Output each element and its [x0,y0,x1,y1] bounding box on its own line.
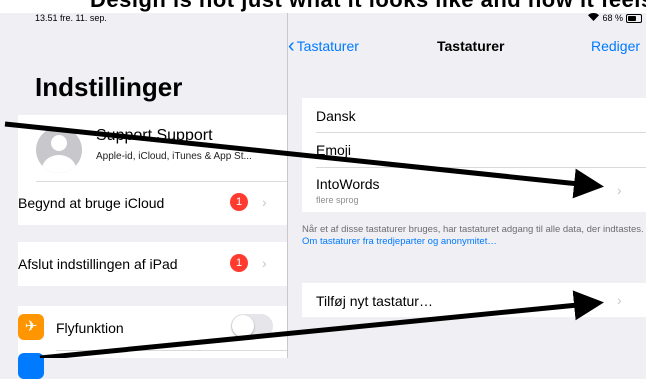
finish-setup-badge: 1 [230,254,248,272]
keyboard-sublabel: flere sprog [316,195,359,205]
chevron-right-icon: › [262,194,267,210]
icloud-group: Begynd at bruge iCloud 1 › [18,181,287,225]
wifi-icon [588,13,600,23]
battery-icon [626,13,642,23]
finish-setup-label: Afslut indstillingen af iPad [18,256,178,272]
profile-name: Support Support [96,127,213,144]
footnote-text: Når et af disse tastaturer bruges, har t… [302,224,644,235]
finish-setup-row[interactable]: Afslut indstillingen af iPad 1 › [18,242,287,286]
profile-subtitle: Apple-id, iCloud, iTunes & App St... [96,151,252,162]
icloud-row-label: Begynd at bruge iCloud [18,195,165,211]
toggle-knob [232,315,254,337]
wifi-icon [18,353,44,379]
keyboard-row-emoji[interactable]: Emoji [302,133,646,167]
battery-level [628,15,637,21]
avatar [36,127,82,173]
icloud-badge: 1 [230,193,248,211]
connectivity-group: ✈ Flyfunktion [18,306,287,379]
edit-button[interactable]: Rediger [591,38,640,54]
keyboard-label: IntoWords [316,176,380,192]
keyboard-label: Emoji [316,142,352,158]
add-keyboard-group: Tilføj nyt tastatur… › [302,283,646,317]
status-right: 68 % [588,13,642,23]
settings-title: Indstillinger [35,72,183,102]
privacy-link[interactable]: Om tastaturer fra tredjeparter og anonym… [302,236,497,247]
finish-setup-group: Afslut indstillingen af iPad 1 › [18,242,287,286]
add-keyboard-label: Tilføj nyt tastatur… [316,293,433,309]
settings-sidebar: Indstillinger Support Support Apple-id, … [0,0,288,379]
airplane-toggle[interactable] [231,314,273,338]
profile-row[interactable]: Support Support Apple-id, iCloud, iTunes… [18,115,287,181]
keyboard-privacy-note: Når et af disse tastaturer bruges, har t… [302,224,646,248]
keyboard-list: Dansk Emoji IntoWords flere sprog › [302,98,646,212]
chevron-left-icon: ‹ [288,35,295,57]
status-time: 13.51 fre. 11. sep. [35,13,107,23]
add-keyboard-row[interactable]: Tilføj nyt tastatur… › [302,283,646,317]
airplane-label: Flyfunktion [56,320,124,336]
status-bar: 13.51 fre. 11. sep. 68 % [0,12,646,26]
keyboard-row-dansk[interactable]: Dansk [302,98,646,132]
page-title: Tastaturer [437,38,505,54]
icloud-row[interactable]: Begynd at bruge iCloud 1 › [18,181,287,225]
back-button[interactable]: ‹ Tastaturer [288,35,359,57]
back-label: Tastaturer [296,38,359,54]
keyboard-label: Dansk [316,108,356,124]
battery-percent: 68 % [602,13,623,23]
chevron-right-icon: › [617,182,622,198]
airplane-icon: ✈ [18,314,44,340]
chevron-right-icon: › [617,292,622,308]
chevron-right-icon: › [262,255,267,271]
keyboard-row-intowords[interactable]: IntoWords flere sprog › [302,168,646,212]
airplane-row[interactable]: ✈ Flyfunktion [18,306,287,350]
